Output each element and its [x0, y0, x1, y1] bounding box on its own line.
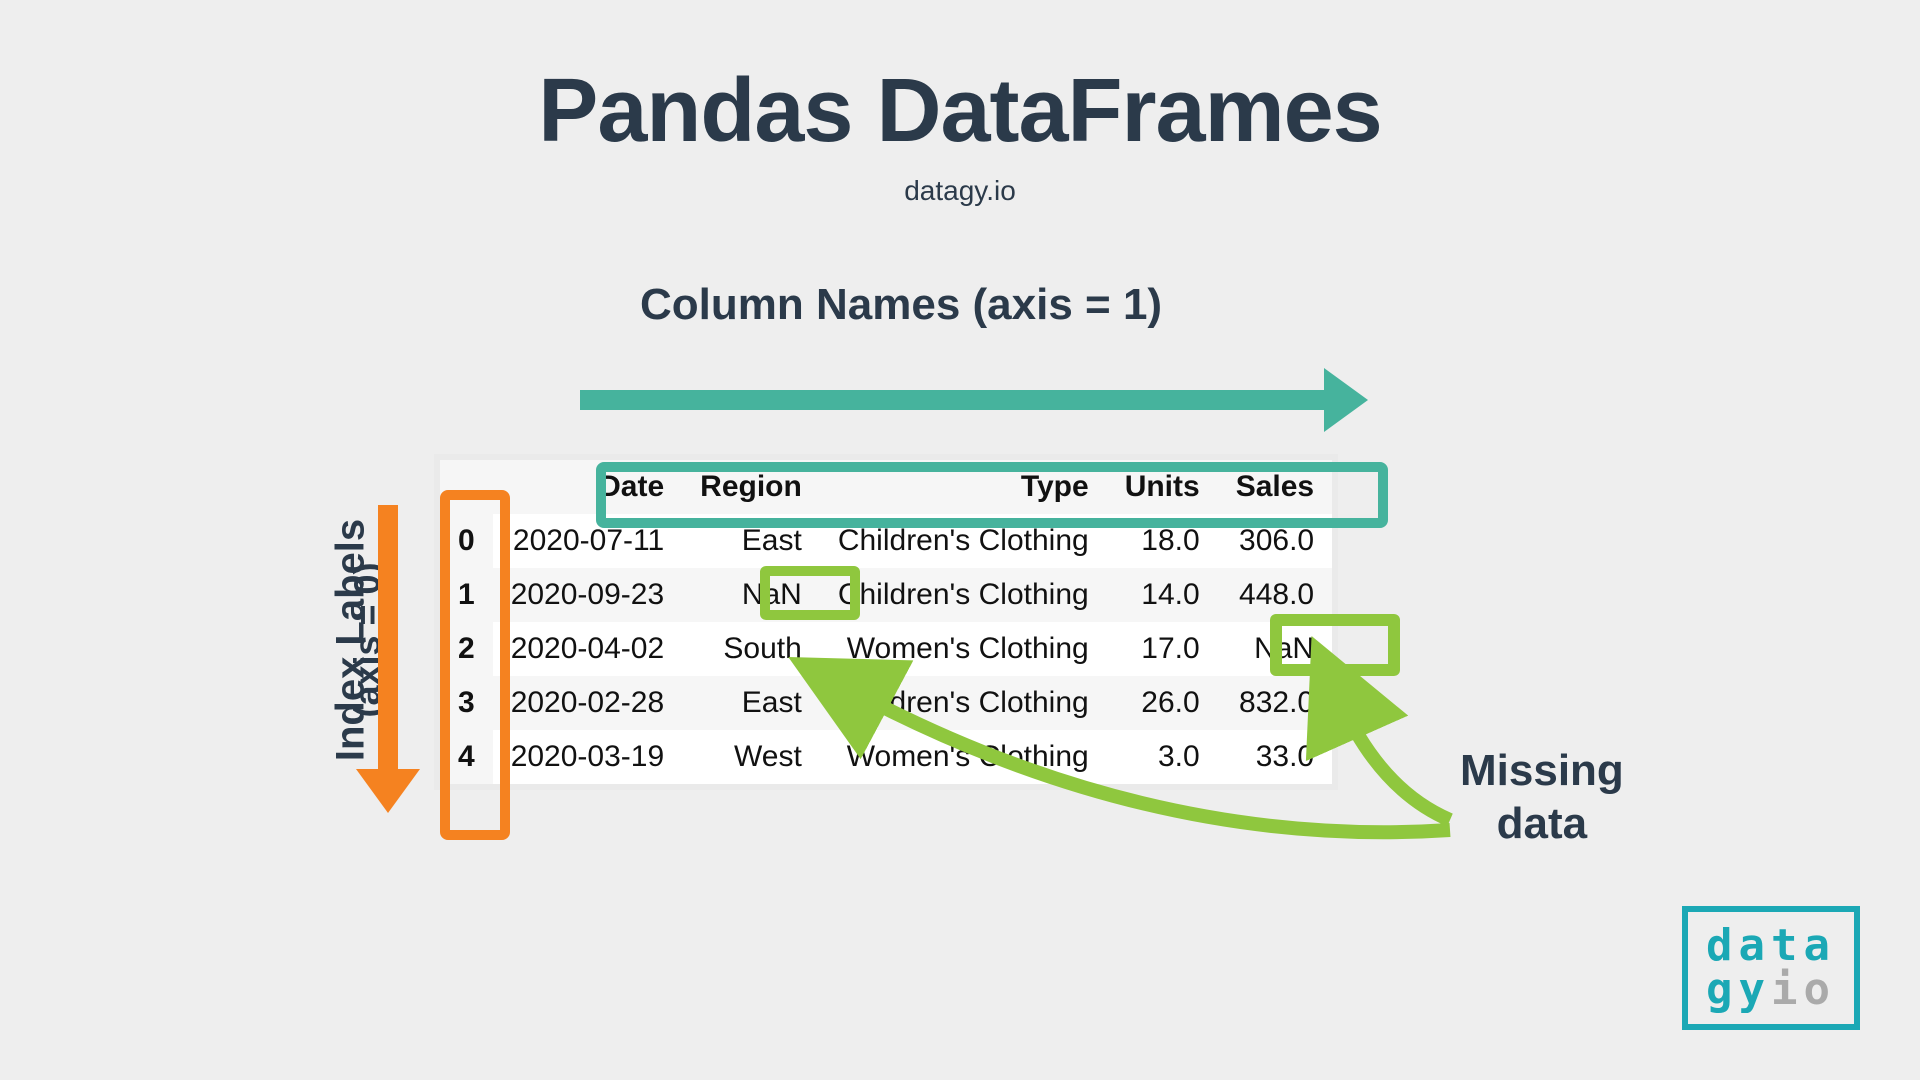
cell-type: Women's Clothing — [820, 622, 1107, 676]
table-row: 4 2020-03-19 West Women's Clothing 3.0 3… — [440, 730, 1332, 784]
cell-region: West — [682, 730, 820, 784]
cell-date: 2020-04-02 — [493, 622, 682, 676]
cell-type: Children's Clothing — [820, 676, 1107, 730]
cell-type: Women's Clothing — [820, 730, 1107, 784]
cell-units: 26.0 — [1107, 676, 1218, 730]
cell-units: 3.0 — [1107, 730, 1218, 784]
missing-line1: Missing — [1460, 746, 1624, 795]
column-header-highlight — [596, 462, 1388, 528]
cell-units: 14.0 — [1107, 568, 1218, 622]
columns-arrow — [580, 390, 1330, 410]
missing-data-label: Missing data — [1460, 745, 1624, 851]
nan-highlight-region — [760, 566, 860, 620]
page-subtitle: datagy.io — [0, 175, 1920, 207]
cell-region: East — [682, 676, 820, 730]
columns-axis-label: Column Names (axis = 1) — [640, 280, 1162, 330]
table-row: 3 2020-02-28 East Children's Clothing 26… — [440, 676, 1332, 730]
missing-line2: data — [1497, 799, 1587, 848]
index-arrow — [378, 505, 398, 775]
cell-date: 2020-02-28 — [493, 676, 682, 730]
cell-date: 2020-03-19 — [493, 730, 682, 784]
datagy-logo: data gyio — [1682, 906, 1860, 1030]
arrow-to-nan-sales — [1340, 700, 1450, 820]
nan-highlight-sales — [1270, 614, 1400, 676]
index-column-highlight — [440, 490, 510, 840]
table-row: 2 2020-04-02 South Women's Clothing 17.0… — [440, 622, 1332, 676]
cell-date: 2020-09-23 — [493, 568, 682, 622]
cell-sales: 832.0 — [1218, 676, 1332, 730]
cell-units: 17.0 — [1107, 622, 1218, 676]
cell-type: Children's Clothing — [820, 568, 1107, 622]
table-row: 1 2020-09-23 NaN Children's Clothing 14.… — [440, 568, 1332, 622]
logo-line1: data — [1706, 924, 1836, 968]
cell-sales: 33.0 — [1218, 730, 1332, 784]
logo-line2b: io — [1771, 964, 1836, 1015]
logo-line2a: gy — [1706, 964, 1771, 1015]
cell-region: South — [682, 622, 820, 676]
page-title: Pandas DataFrames — [0, 60, 1920, 163]
